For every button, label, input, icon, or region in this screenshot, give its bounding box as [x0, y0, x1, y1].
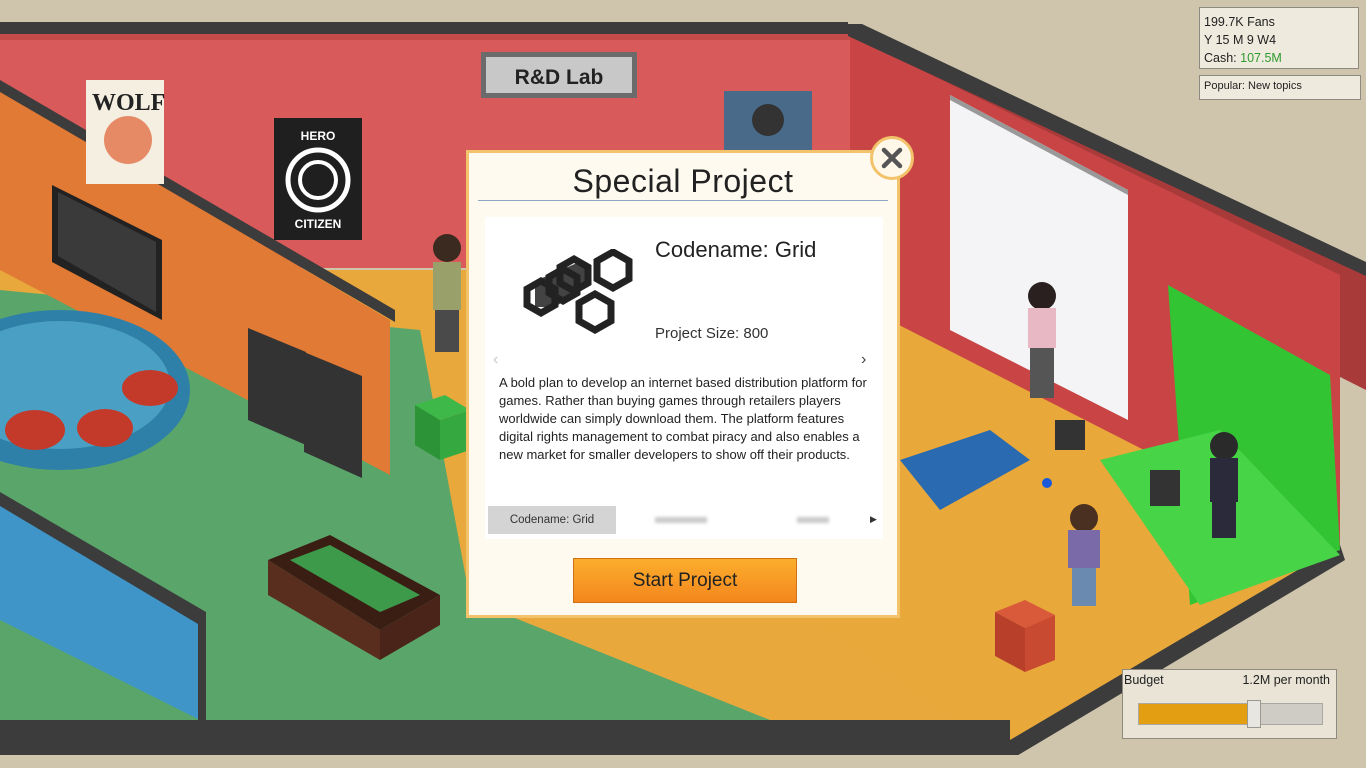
- project-tabs: Codename: Grid ▶: [485, 506, 883, 534]
- cash-row: Cash: 107.5M: [1204, 49, 1354, 67]
- tabs-scroll-right-icon[interactable]: ▶: [870, 514, 877, 525]
- close-icon: [881, 147, 903, 169]
- wolf-poster-text: WOLF: [92, 90, 165, 116]
- budget-panel: Budget 1.2M per month: [1122, 669, 1337, 739]
- project-size: Project Size: 800: [655, 325, 769, 342]
- budget-value: 1.2M per month: [1242, 673, 1330, 687]
- tab-codename-grid[interactable]: Codename: Grid: [488, 506, 616, 534]
- budget-label: Budget: [1124, 673, 1164, 687]
- budget-slider[interactable]: [1138, 700, 1323, 728]
- prev-project-button[interactable]: ‹: [493, 351, 498, 369]
- dialog-title: Special Project: [572, 163, 794, 199]
- close-dialog-button[interactable]: [870, 136, 914, 180]
- project-panel: Codename: Grid Project Size: 800 ‹ › A b…: [485, 217, 883, 539]
- grid-hexagon-icon: [523, 249, 633, 335]
- project-description: A bold plan to develop an internet based…: [499, 375, 867, 462]
- tab-hidden-1[interactable]: [655, 517, 707, 523]
- cash-value: 107.5M: [1240, 51, 1282, 65]
- special-project-dialog: Special Project Codename: Grid Project S…: [466, 150, 900, 618]
- next-project-button[interactable]: ›: [861, 351, 866, 369]
- project-codename: Codename: Grid: [655, 237, 817, 262]
- budget-slider-handle[interactable]: [1247, 700, 1261, 728]
- start-project-button[interactable]: Start Project: [573, 558, 797, 603]
- game-date: Y 15 M 9 W4: [1204, 33, 1277, 47]
- stats-panel: 199.7K Fans Y 15 M 9 W4 Cash: 107.5M: [1199, 7, 1359, 69]
- popular-topics[interactable]: Popular: New topics: [1199, 75, 1361, 100]
- svg-text:CITIZEN: CITIZEN: [295, 217, 342, 231]
- tab-hidden-2[interactable]: [797, 517, 829, 523]
- rd-lab-sign-text: R&D Lab: [515, 66, 604, 89]
- title-divider: [478, 200, 888, 201]
- budget-slider-fill: [1139, 704, 1249, 724]
- cash-label: Cash:: [1204, 51, 1241, 65]
- svg-text:HERO: HERO: [301, 129, 336, 143]
- fans-count: 199.7K Fans: [1204, 15, 1275, 29]
